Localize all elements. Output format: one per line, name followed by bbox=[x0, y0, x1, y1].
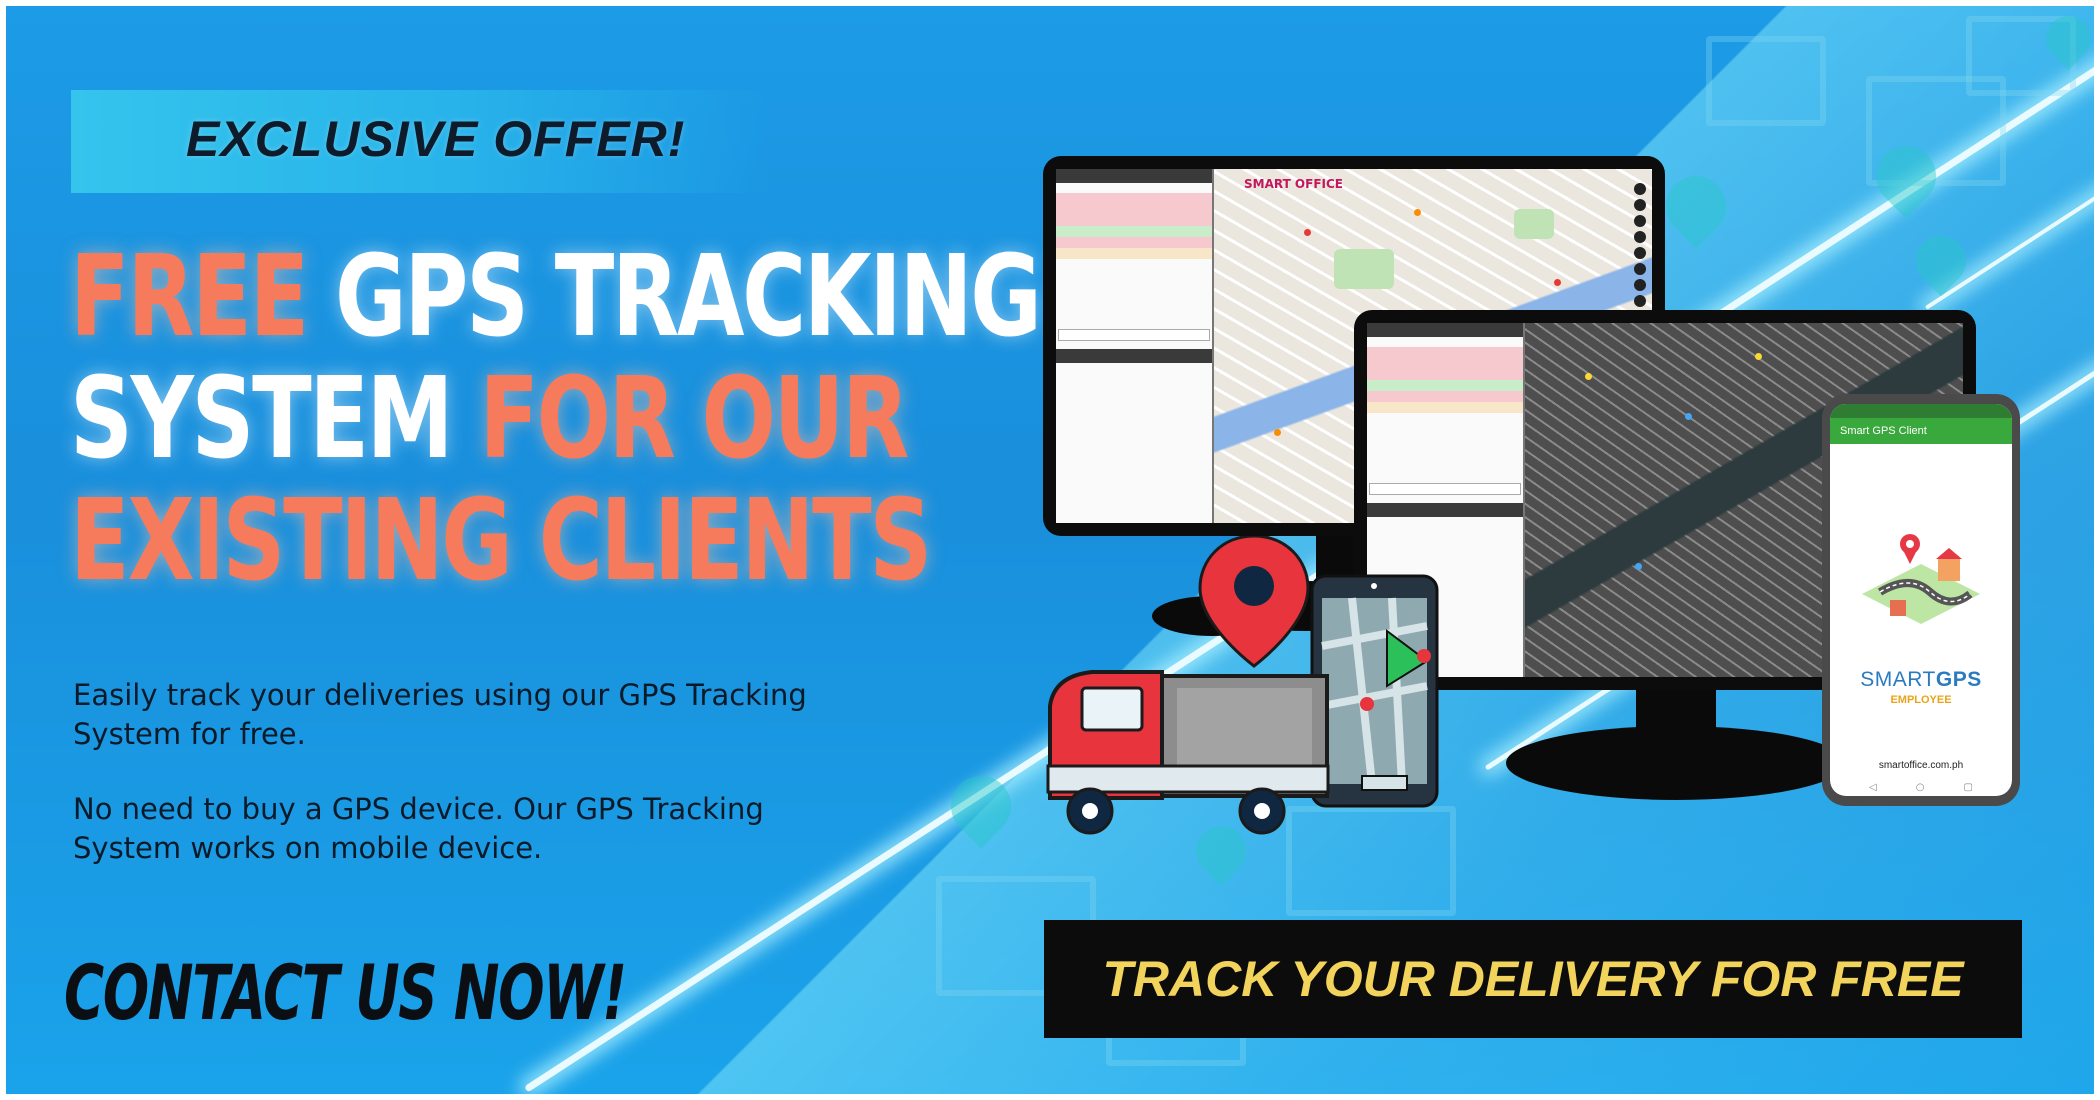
smartphone-map-icon bbox=[1310, 574, 1439, 808]
state-panel-header bbox=[1056, 349, 1212, 363]
devices-panel bbox=[1056, 169, 1214, 523]
map-marker bbox=[1635, 563, 1642, 570]
contact-us-label[interactable]: CONTACT US NOW! bbox=[64, 948, 627, 1037]
device-row bbox=[1367, 347, 1523, 358]
map-marker bbox=[1554, 279, 1561, 286]
android-nav-bar: ◁ ○ ▢ bbox=[1830, 778, 2012, 796]
devices-columns bbox=[1367, 337, 1523, 347]
track-delivery-cta[interactable]: TRACK YOUR DELIVERY FOR FREE bbox=[1044, 920, 2022, 1038]
map-marker bbox=[1685, 413, 1692, 420]
website-url: smartoffice.com.ph bbox=[1878, 760, 1964, 771]
map-marker bbox=[1585, 373, 1592, 380]
offer-banner: EXCLUSIVE OFFER! bbox=[71, 90, 771, 193]
description-paragraph-2: No need to buy a GPS device. Our GPS Tra… bbox=[73, 792, 764, 865]
headline-system: SYSTEM bbox=[70, 354, 480, 484]
phone-status-bar bbox=[1830, 404, 2012, 418]
headline-existing-clients: EXISTING CLIENTS bbox=[70, 476, 932, 606]
headline-gps-tracking: GPS TRACKING bbox=[306, 232, 1042, 362]
device-search-input bbox=[1058, 329, 1210, 341]
isometric-city-map-icon bbox=[1862, 534, 1980, 624]
home-icon: ○ bbox=[1915, 781, 1925, 793]
map-marker bbox=[1304, 229, 1311, 236]
device-row bbox=[1367, 358, 1523, 369]
map-park bbox=[1334, 249, 1394, 289]
headline-free: FREE bbox=[70, 232, 309, 362]
maze-decoration bbox=[1706, 36, 1826, 126]
delivery-illustration bbox=[1046, 536, 1439, 835]
map-pin-icon bbox=[1198, 536, 1310, 668]
device-row bbox=[1367, 369, 1523, 380]
headline: FREE GPS TRACKING SYSTEM FOR OUR EXISTIN… bbox=[70, 236, 1042, 602]
device-row bbox=[1056, 248, 1212, 259]
delivery-truck-icon bbox=[1046, 670, 1330, 835]
brand-gps: GPS bbox=[1935, 668, 1982, 691]
track-delivery-cta-label: TRACK YOUR DELIVERY FOR FREE bbox=[1102, 951, 1964, 1007]
map-marker bbox=[1755, 353, 1762, 360]
device-search-input bbox=[1369, 483, 1521, 495]
devices-panel-header bbox=[1367, 323, 1523, 337]
device-row bbox=[1367, 391, 1523, 402]
headline-for-our: FOR OUR bbox=[479, 354, 909, 484]
recent-apps-icon: ▢ bbox=[1963, 781, 1973, 793]
smartgps-brand: SMARTGPS bbox=[1830, 668, 2012, 692]
smart-office-logo: SMART OFFICE bbox=[1244, 177, 1343, 191]
device-row bbox=[1056, 237, 1212, 248]
map-marker bbox=[1414, 209, 1421, 216]
device-row bbox=[1056, 204, 1212, 215]
device-row bbox=[1367, 402, 1523, 413]
brand-smart: SMART bbox=[1860, 668, 1936, 691]
devices-panel-header bbox=[1056, 169, 1212, 183]
device-row bbox=[1056, 226, 1212, 237]
map-park bbox=[1514, 209, 1554, 239]
phone-screen: Smart GPS Client SMARTGPS EMPLOYEE smart… bbox=[1830, 404, 2012, 796]
device-row bbox=[1056, 193, 1212, 204]
brand-subtitle: EMPLOYEE bbox=[1890, 694, 1952, 706]
phone-app-title: Smart GPS Client bbox=[1830, 418, 2012, 444]
map-marker bbox=[1274, 429, 1281, 436]
promo-banner: EXCLUSIVE OFFER! FREE GPS TRACKING SYSTE… bbox=[6, 6, 2094, 1094]
map-toolbar bbox=[1634, 183, 1646, 311]
device-row bbox=[1056, 215, 1212, 226]
monitor-stand-base bbox=[1506, 726, 1846, 800]
back-icon: ◁ bbox=[1869, 781, 1877, 793]
description-paragraph-1: Easily track your deliveries using our G… bbox=[73, 678, 807, 751]
state-panel-header bbox=[1367, 503, 1523, 517]
device-row bbox=[1367, 380, 1523, 391]
smartphone-device: Smart GPS Client SMARTGPS EMPLOYEE smart… bbox=[1822, 394, 2020, 806]
devices-columns bbox=[1056, 183, 1212, 193]
offer-label: EXCLUSIVE OFFER! bbox=[186, 111, 686, 167]
